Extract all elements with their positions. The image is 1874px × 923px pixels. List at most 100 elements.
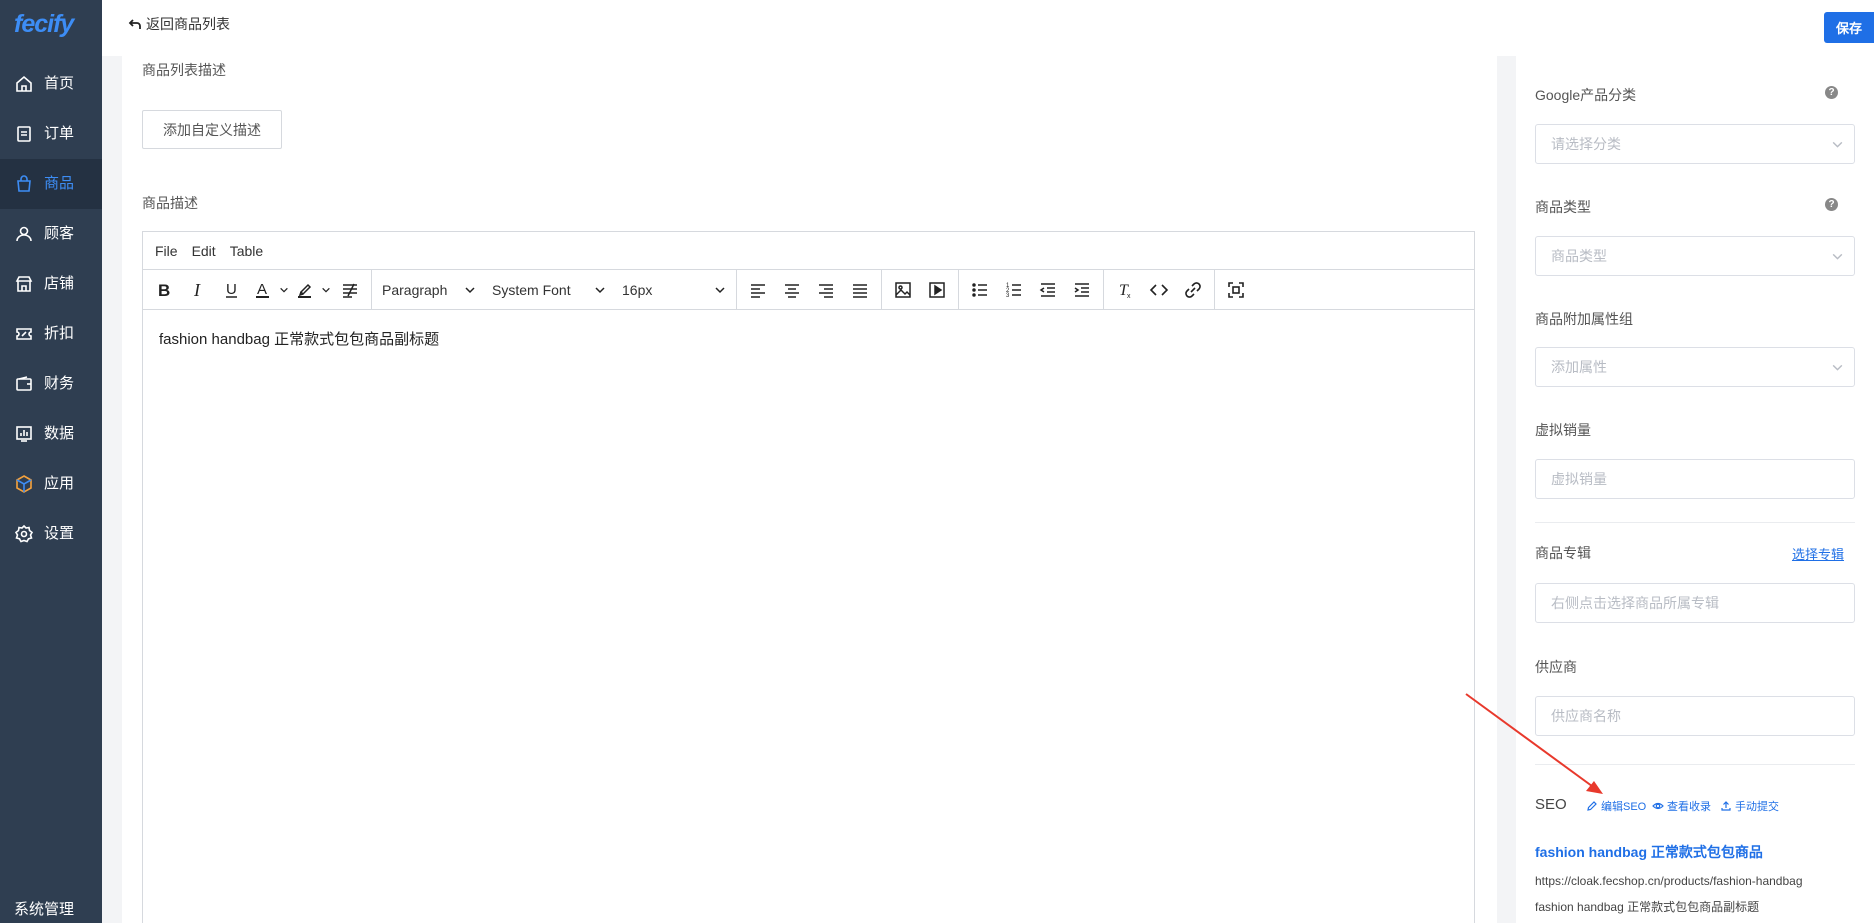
sidebar-item-apps[interactable]: 应用 [0, 459, 102, 509]
align-left-button[interactable] [741, 273, 775, 307]
sidebar-item-system[interactable]: 系统管理 [0, 900, 102, 923]
bag-icon [17, 175, 31, 192]
back-to-list-link[interactable]: 返回商品列表 [128, 14, 230, 34]
outdent-button[interactable] [1031, 273, 1065, 307]
svg-text:I: I [193, 280, 201, 300]
align-center-icon [785, 283, 799, 298]
media-group [882, 269, 959, 310]
app-logo[interactable]: fecify [14, 10, 74, 44]
highlight-button[interactable] [291, 273, 319, 307]
bullet-list-button[interactable] [963, 273, 997, 307]
add-custom-description-button[interactable]: 添加自定义描述 [142, 110, 282, 149]
sidebar-item-finance[interactable]: 财务 [0, 359, 102, 409]
menu-table[interactable]: Table [230, 243, 263, 259]
back-arrow-icon [128, 19, 141, 29]
ticket-icon [16, 328, 32, 340]
svg-text:B: B [158, 281, 170, 300]
chevron-down-icon[interactable] [319, 273, 333, 307]
sidebar-item-settings[interactable]: 设置 [0, 509, 102, 559]
menu-edit[interactable]: Edit [192, 243, 216, 259]
numbered-list-button[interactable]: 123 [997, 273, 1031, 307]
sidebar-item-home[interactable]: 首页 [0, 59, 102, 109]
manual-submit-label: 手动提交 [1735, 801, 1779, 813]
sidebar-item-orders[interactable]: 订单 [0, 109, 102, 159]
code-icon [1149, 283, 1169, 296]
save-button[interactable]: 保存 [1824, 12, 1874, 43]
collection-input[interactable]: 右侧点击选择商品所属专辑 [1535, 583, 1855, 623]
image-icon [895, 281, 911, 298]
select-collection-link[interactable]: 选择专辑 [1792, 544, 1844, 563]
source-code-button[interactable] [1142, 273, 1176, 307]
insert-image-button[interactable] [886, 273, 920, 307]
underline-button[interactable]: U [215, 273, 249, 307]
chevron-down-icon [1832, 141, 1843, 148]
help-icon[interactable]: ? [1825, 198, 1838, 211]
italic-button[interactable]: I [181, 273, 215, 307]
manual-submit-link[interactable]: 手动提交 [1720, 798, 1779, 814]
sidebar-item-discounts[interactable]: 折扣 [0, 309, 102, 359]
menu-file[interactable]: File [155, 243, 178, 259]
block-format-select[interactable]: Paragraph [374, 273, 484, 307]
order-icon [17, 126, 31, 142]
store-icon [15, 276, 33, 292]
logo-text: fecify [14, 10, 74, 38]
underline-icon: U [226, 281, 237, 298]
font-size-select[interactable]: 16px [614, 273, 734, 307]
seo-preview-description: fashion handbag 正常款式包包商品副标题 [1535, 900, 1760, 914]
highlight-color-picker[interactable] [291, 273, 333, 307]
sidebar-item-store[interactable]: 店铺 [0, 259, 102, 309]
bold-button[interactable]: B [147, 273, 181, 307]
upload-icon [1721, 801, 1731, 811]
edit-seo-label: 编辑SEO [1601, 801, 1647, 813]
text-color-picker[interactable]: A [249, 273, 291, 307]
attribute-group-select[interactable]: 添加属性 [1535, 347, 1855, 387]
right-panel: Google产品分类 ? 请选择分类 商品类型 ? 商品类型 商品附加属性组 添… [1516, 56, 1874, 923]
sidebar-item-products[interactable]: 商品 [0, 159, 102, 209]
format-lines-icon [343, 283, 357, 298]
strikethrough-format-button[interactable] [333, 273, 367, 307]
alignment-group [737, 269, 882, 310]
attribute-group-placeholder: 添加属性 [1551, 359, 1607, 375]
insert-link-button[interactable] [1176, 273, 1210, 307]
outdent-icon [1039, 282, 1055, 297]
google-category-select[interactable]: 请选择分类 [1535, 124, 1855, 164]
indent-button[interactable] [1065, 273, 1099, 307]
eye-icon [1652, 802, 1664, 810]
supplier-input[interactable]: 供应商名称 [1535, 696, 1855, 736]
back-label: 返回商品列表 [146, 16, 230, 32]
chevron-down-icon [1832, 364, 1843, 371]
align-right-icon [819, 283, 833, 298]
text-color-icon: A [256, 281, 269, 298]
align-center-button[interactable] [775, 273, 809, 307]
svg-text:U: U [226, 281, 237, 298]
chevron-down-icon[interactable] [277, 273, 291, 307]
format-group: B I U A [143, 269, 372, 310]
sidebar: fecify 首页 订单 商品 顾客 店铺 折扣 财务 数据 应用 设置 系统管… [0, 0, 102, 923]
sidebar-item-customers[interactable]: 顾客 [0, 209, 102, 259]
align-left-icon [751, 283, 765, 298]
align-right-button[interactable] [809, 273, 843, 307]
view-indexed-link[interactable]: 查看收录 [1652, 798, 1711, 814]
italic-icon: I [193, 280, 201, 300]
seo-preview-url: https://cloak.fecshop.cn/products/fashio… [1535, 874, 1803, 888]
edit-seo-link[interactable]: 编辑SEO [1586, 798, 1646, 814]
editor-content[interactable]: fashion handbag 正常款式包包商品副标题 [143, 310, 1474, 367]
sidebar-item-data[interactable]: 数据 [0, 409, 102, 459]
align-justify-button[interactable] [843, 273, 877, 307]
text-color-button[interactable]: A [249, 273, 277, 307]
seo-label: SEO [1535, 796, 1567, 813]
fullscreen-button[interactable] [1219, 273, 1253, 307]
indent-icon [1074, 282, 1089, 297]
font-family-value: System Font [492, 281, 571, 298]
product-type-select[interactable]: 商品类型 [1535, 236, 1855, 276]
list-group: 123 [959, 269, 1104, 310]
product-type-label: 商品类型 [1535, 199, 1591, 215]
clear-format-icon: Tx [1119, 282, 1131, 300]
insert-media-button[interactable] [920, 273, 954, 307]
help-icon[interactable]: ? [1825, 86, 1838, 99]
virtual-sales-input[interactable]: 虚拟销量 [1535, 459, 1855, 499]
clear-format-button[interactable]: Tx [1108, 273, 1142, 307]
font-family-select[interactable]: System Font [484, 273, 614, 307]
sidebar-item-label: 数据 [44, 425, 75, 442]
divider [1535, 764, 1855, 765]
